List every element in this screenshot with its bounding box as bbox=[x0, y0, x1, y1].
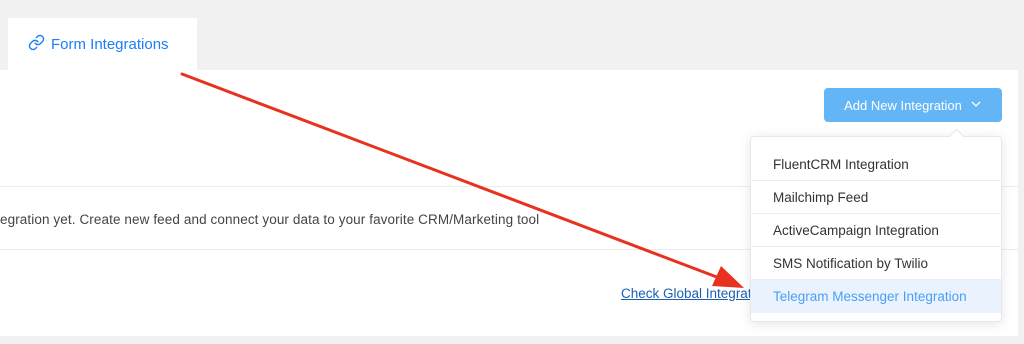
dropdown-item-mailchimp[interactable]: Mailchimp Feed bbox=[751, 181, 1001, 214]
tab-bar: Form Integrations bbox=[0, 18, 1018, 71]
tab-form-integrations[interactable]: Form Integrations bbox=[8, 18, 197, 71]
link-icon bbox=[28, 34, 45, 55]
dropdown-item-fluentcrm[interactable]: FluentCRM Integration bbox=[751, 148, 1001, 181]
tab-label: Form Integrations bbox=[51, 36, 169, 53]
empty-state-message: egration yet. Create new feed and connec… bbox=[0, 212, 540, 227]
dropdown-item-twilio[interactable]: SMS Notification by Twilio bbox=[751, 247, 1001, 280]
chevron-down-icon bbox=[970, 98, 982, 113]
dropdown-item-telegram[interactable]: Telegram Messenger Integration bbox=[751, 280, 1001, 313]
check-global-integrations-link[interactable]: Check Global Integrations bbox=[621, 286, 751, 301]
add-new-integration-button[interactable]: Add New Integration bbox=[824, 88, 1002, 122]
add-new-integration-label: Add New Integration bbox=[844, 97, 962, 113]
dropdown-item-activecampaign[interactable]: ActiveCampaign Integration bbox=[751, 214, 1001, 247]
add-integration-dropdown: FluentCRM Integration Mailchimp Feed Act… bbox=[750, 136, 1002, 322]
